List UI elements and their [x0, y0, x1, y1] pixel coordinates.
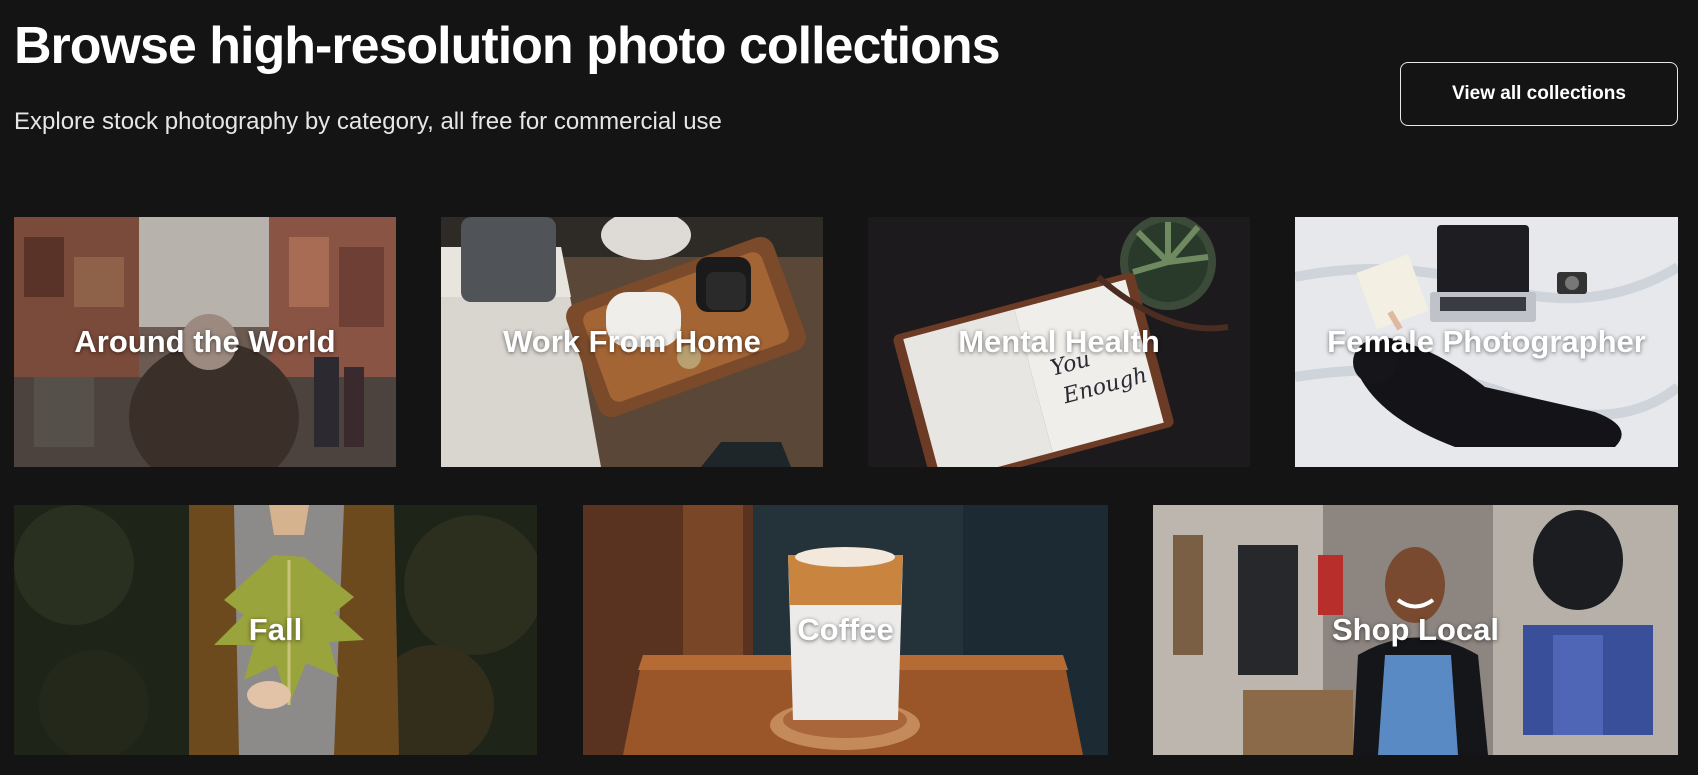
collection-tile-coffee[interactable]: Coffee — [583, 505, 1108, 755]
page-title: Browse high-resolution photo collections — [14, 17, 1001, 75]
collection-label: Shop Local — [1331, 612, 1500, 647]
collection-tile-female-photographer[interactable]: Female Photographer — [1295, 217, 1678, 467]
collection-tile-shop-local[interactable]: Shop Local — [1153, 505, 1678, 755]
collection-label: Around the World — [74, 324, 336, 359]
view-all-collections-button[interactable]: View all collections — [1400, 62, 1678, 126]
page-subtitle: Explore stock photography by category, a… — [14, 108, 722, 135]
collection-tile-around-the-world[interactable]: Around the World — [14, 217, 396, 467]
collections-header: Browse high-resolution photo collections… — [14, 0, 1684, 190]
collection-label: Female Photographer — [1327, 324, 1646, 359]
collection-tile-mental-health[interactable]: You Enough Mental Health — [868, 217, 1250, 467]
collection-tile-work-from-home[interactable]: Work From Home — [441, 217, 823, 467]
collection-label: Work From Home — [503, 324, 761, 359]
collection-label: Fall — [248, 612, 303, 647]
collection-tile-fall[interactable]: Fall — [14, 505, 537, 755]
collection-label: Coffee — [797, 612, 894, 647]
collection-label: Mental Health — [958, 324, 1160, 359]
